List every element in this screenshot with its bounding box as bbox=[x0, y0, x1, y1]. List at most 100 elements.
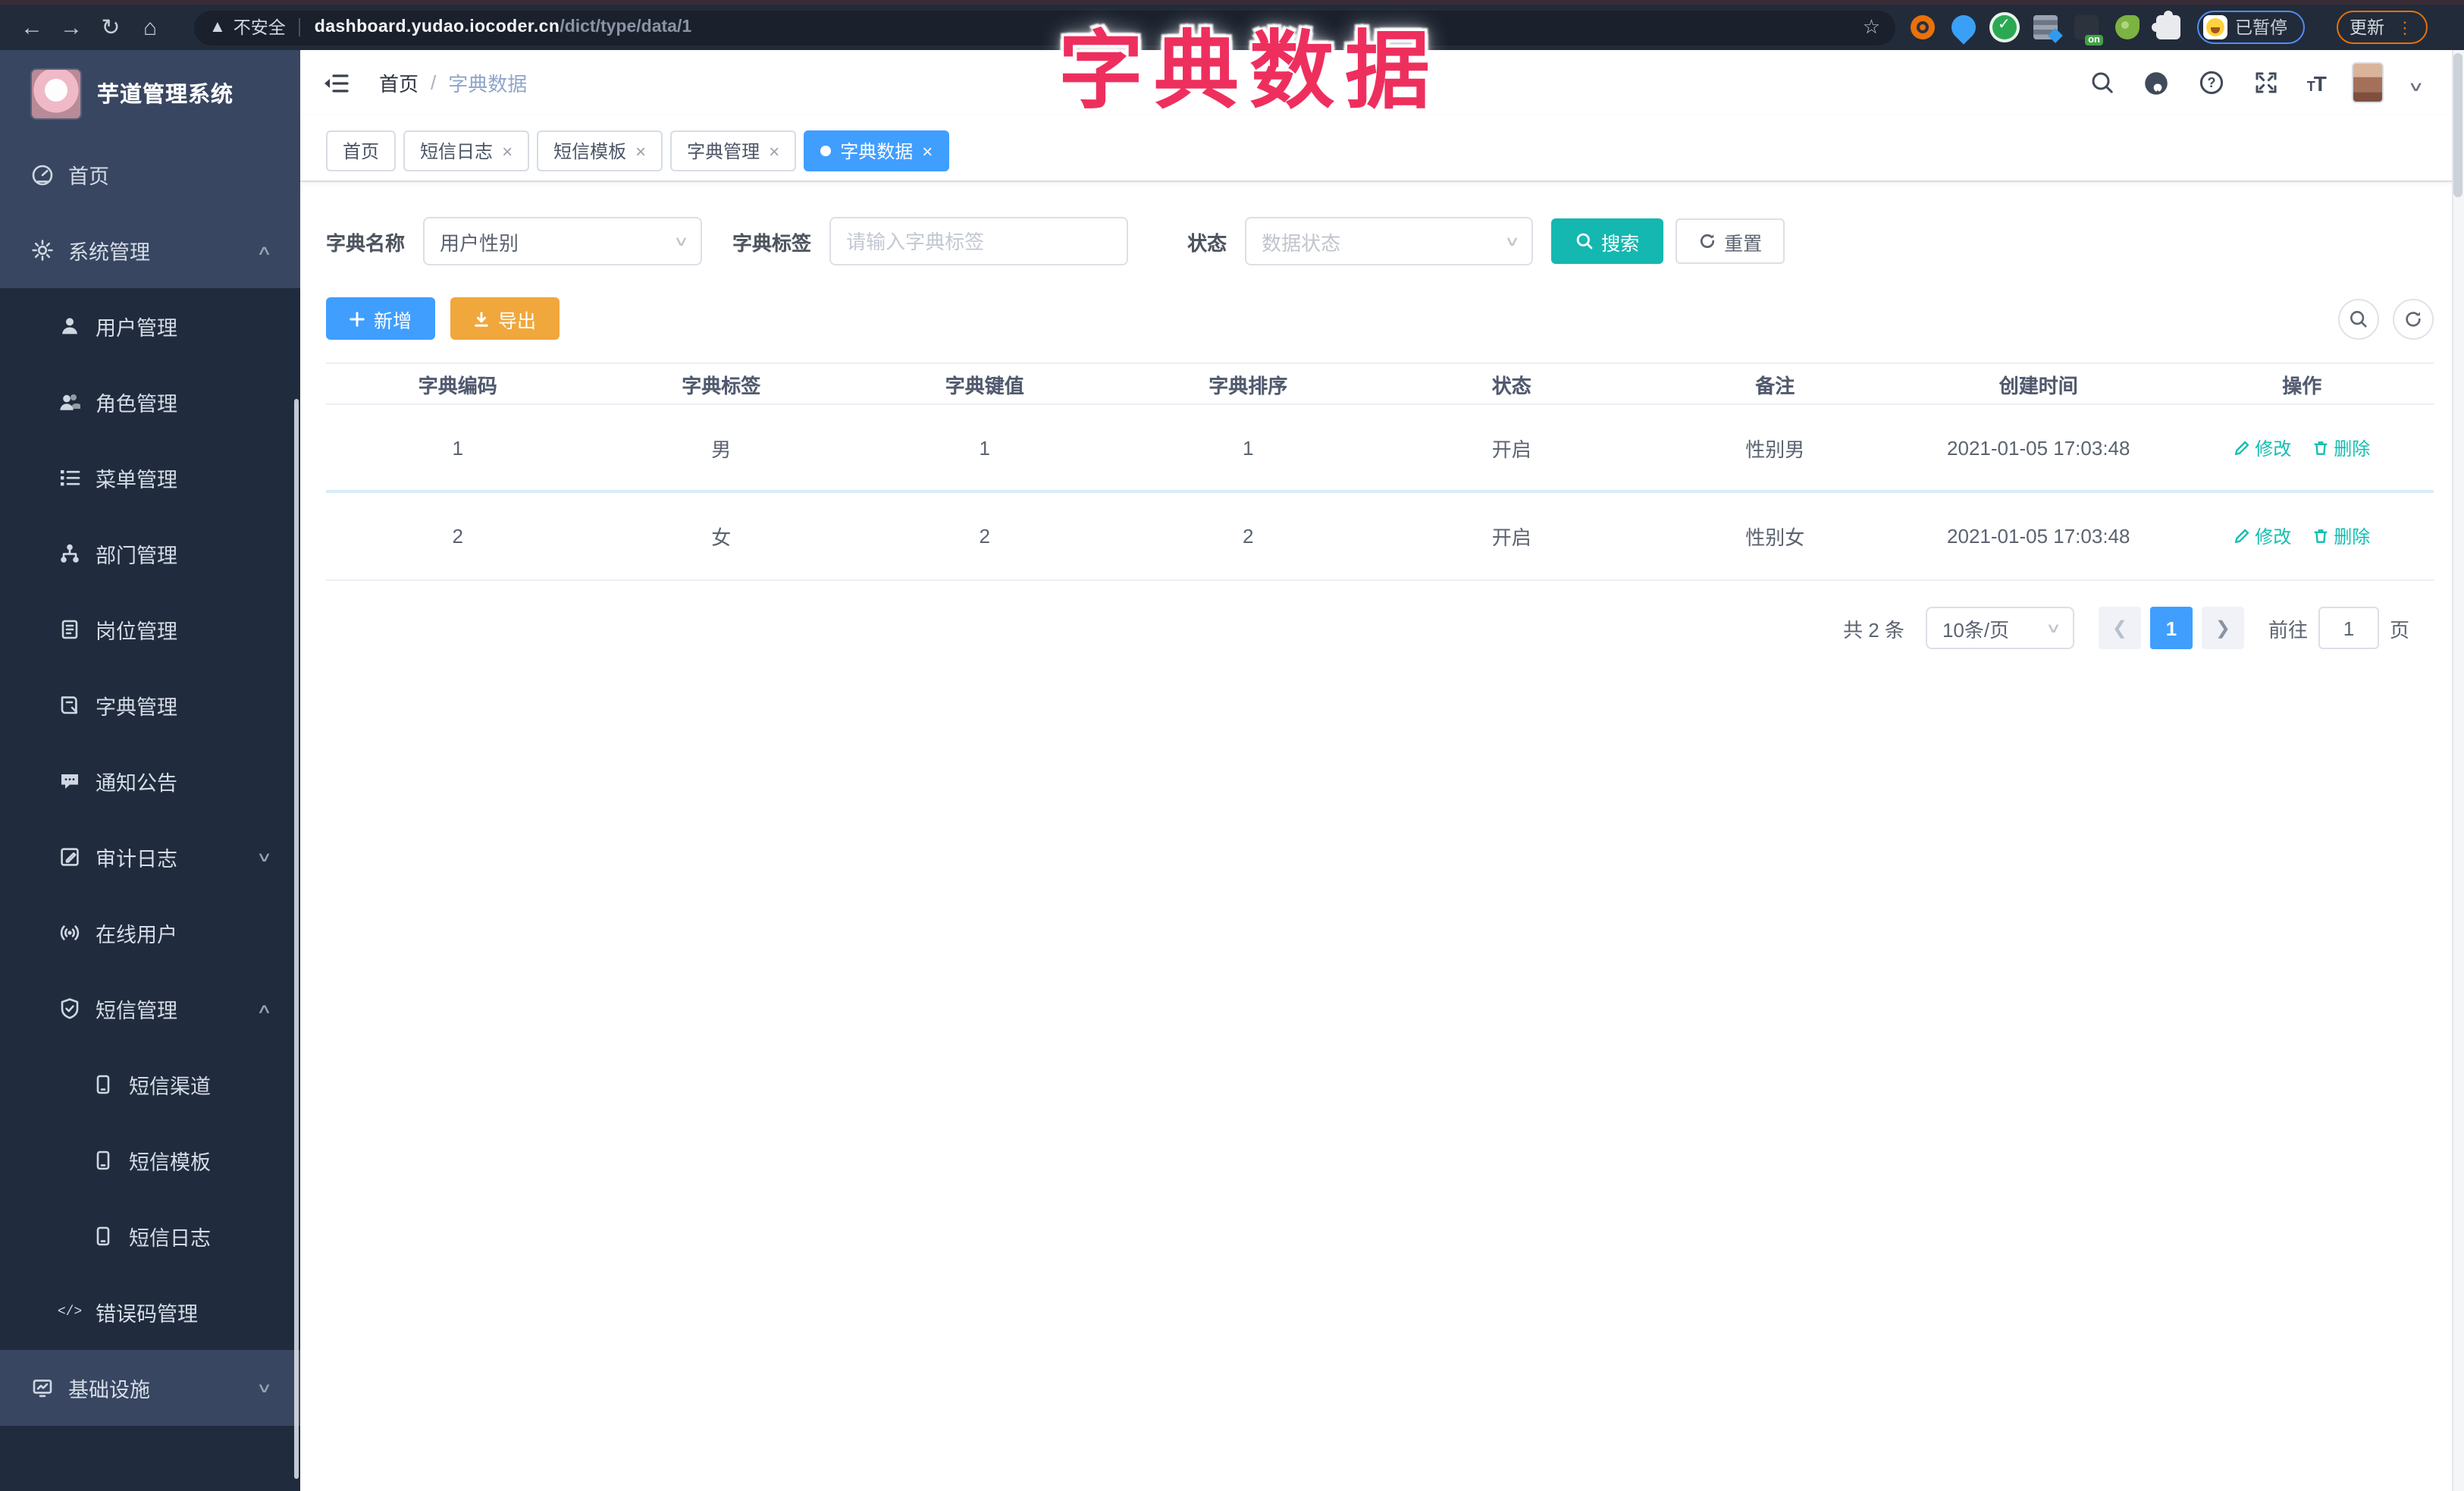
update-label: 更新 bbox=[2350, 20, 2384, 38]
edit-link[interactable]: 修改 bbox=[2234, 523, 2291, 549]
close-icon[interactable]: × bbox=[769, 140, 779, 162]
extension-bars-icon[interactable] bbox=[2033, 15, 2058, 39]
extension-drop-icon[interactable] bbox=[1946, 10, 1981, 45]
add-button[interactable]: 新增 bbox=[326, 297, 435, 340]
extension-check-icon[interactable] bbox=[1992, 15, 2017, 39]
kebab-menu-icon[interactable]: ⋮ bbox=[2397, 17, 2413, 37]
sidebar-item-dict[interactable]: 字典管理 bbox=[0, 667, 300, 743]
gear-icon bbox=[30, 238, 55, 262]
sidebar-item-audit-log[interactable]: 审计日志 ∨ bbox=[0, 819, 300, 895]
window-scrollbar[interactable] bbox=[2452, 50, 2464, 1491]
dict-label-input[interactable] bbox=[829, 217, 1129, 265]
sidebar-item-system[interactable]: 系统管理 ∧ bbox=[0, 212, 300, 288]
toggle-search-button[interactable] bbox=[2338, 298, 2379, 339]
phone-icon bbox=[91, 1224, 115, 1248]
status-select[interactable]: 数据状态 ∨ bbox=[1245, 217, 1534, 265]
security-label[interactable]: 不安全 bbox=[234, 15, 286, 39]
search-button[interactable]: 搜索 bbox=[1551, 218, 1664, 264]
goto-page-input[interactable] bbox=[2318, 607, 2379, 649]
chevron-down-icon: ∨ bbox=[673, 233, 690, 248]
sidebar-item-infrastructure[interactable]: 基础设施 ∨ bbox=[0, 1350, 300, 1426]
delete-link[interactable]: 删除 bbox=[2312, 435, 2370, 460]
font-size-icon[interactable]: TT bbox=[2307, 71, 2327, 95]
refresh-button[interactable] bbox=[2393, 298, 2434, 339]
sidebar-item-sms-template[interactable]: 短信模板 bbox=[0, 1122, 300, 1198]
badge-icon bbox=[58, 617, 82, 642]
table-row[interactable]: 1 男 1 1 开启 性别男 2021-01-05 17:03:48 修改 删除 bbox=[326, 405, 2434, 493]
table-toolbar: 新增 导出 bbox=[326, 297, 2434, 340]
page-size-select[interactable]: 10条/页 ∨ bbox=[1925, 607, 2074, 649]
sidebar-item-notices[interactable]: 通知公告 bbox=[0, 743, 300, 819]
cell-remark: 性别男 bbox=[1745, 438, 1805, 460]
paused-extension-pill[interactable]: 已暂停 bbox=[2197, 11, 2304, 44]
github-icon[interactable] bbox=[2143, 69, 2171, 96]
chevron-up-icon: ∧ bbox=[256, 242, 273, 257]
delete-link[interactable]: 删除 bbox=[2312, 523, 2370, 549]
browser-forward-icon[interactable]: → bbox=[52, 14, 91, 40]
reset-button[interactable]: 重置 bbox=[1676, 218, 1785, 264]
fullscreen-icon[interactable] bbox=[2252, 69, 2280, 96]
extensions-puzzle-icon[interactable] bbox=[2152, 11, 2180, 39]
breadcrumb-home[interactable]: 首页 bbox=[379, 68, 419, 97]
sidebar-item-label: 短信管理 bbox=[96, 1000, 177, 1022]
sidebar-scrollbar[interactable] bbox=[294, 399, 299, 1479]
help-icon[interactable]: ? bbox=[2198, 69, 2225, 96]
close-icon[interactable]: × bbox=[922, 140, 933, 162]
cell-created: 2021-01-05 17:03:48 bbox=[1947, 525, 2130, 548]
tab-dict-manage[interactable]: 字典管理 × bbox=[670, 130, 797, 171]
prev-page-button[interactable]: ❮ bbox=[2098, 607, 2141, 649]
browser-back-icon[interactable]: ← bbox=[12, 14, 52, 40]
bookmark-star-icon[interactable]: ☆ bbox=[1863, 15, 1880, 39]
export-button[interactable]: 导出 bbox=[450, 297, 560, 340]
browser-reload-icon[interactable]: ↻ bbox=[91, 14, 130, 41]
close-icon[interactable]: × bbox=[502, 140, 513, 162]
sidebar-item-sms-channel[interactable]: 短信渠道 bbox=[0, 1047, 300, 1122]
address-bar[interactable]: ▲ 不安全 dashboard.yudao.iocoder.cn /dict/t… bbox=[194, 10, 1895, 45]
tab-home[interactable]: 首页 bbox=[326, 130, 397, 171]
sidebar-item-sms[interactable]: 短信管理 ∧ bbox=[0, 971, 300, 1047]
sidebar-item-users[interactable]: 用户管理 bbox=[0, 288, 300, 364]
refresh-icon bbox=[1700, 234, 1715, 248]
chevron-down-icon: ∨ bbox=[1504, 233, 1522, 248]
sidebar-item-roles[interactable]: 角色管理 bbox=[0, 364, 300, 440]
sidebar-item-online-users[interactable]: 在线用户 bbox=[0, 895, 300, 971]
sidebar-item-departments[interactable]: 部门管理 bbox=[0, 516, 300, 592]
sidebar-item-label: 基础设施 bbox=[68, 1379, 150, 1402]
dict-name-select[interactable]: 用户性别 ∨ bbox=[423, 217, 703, 265]
breadcrumb: 首页 / 字典数据 bbox=[379, 68, 527, 97]
cell-value: 1 bbox=[979, 436, 990, 459]
app-logo bbox=[30, 67, 82, 119]
scrollbar-thumb[interactable] bbox=[2453, 53, 2462, 197]
next-page-button[interactable]: ❯ bbox=[2201, 607, 2244, 649]
browser-update-button[interactable]: 更新 ⋮ bbox=[2336, 11, 2427, 44]
tab-sms-log[interactable]: 短信日志 × bbox=[403, 130, 530, 171]
extension-sprout-icon[interactable] bbox=[2115, 15, 2140, 39]
sidebar-item-label: 首页 bbox=[68, 165, 109, 188]
tab-dict-data[interactable]: 字典数据 × bbox=[804, 130, 950, 171]
tab-sms-template[interactable]: 短信模板 × bbox=[537, 130, 663, 171]
breadcrumb-current: 字典数据 bbox=[448, 73, 528, 96]
chevron-down-icon[interactable]: ∨ bbox=[2408, 79, 2425, 96]
sidebar-item-error-codes[interactable]: </> 错误码管理 bbox=[0, 1274, 300, 1350]
screen: ← → ↻ ⌂ ▲ 不安全 dashboard.yudao.iocoder.cn… bbox=[0, 0, 2464, 1491]
sidebar-fold-icon[interactable] bbox=[321, 67, 352, 98]
edit-link[interactable]: 修改 bbox=[2234, 435, 2291, 460]
monitor-icon bbox=[30, 1376, 55, 1400]
on-badge: on bbox=[2085, 35, 2103, 46]
sidebar-item-home[interactable]: 首页 bbox=[0, 137, 300, 212]
close-icon[interactable]: × bbox=[635, 140, 646, 162]
tab-label: 首页 bbox=[343, 141, 380, 162]
sidebar-item-sms-log[interactable]: 短信日志 bbox=[0, 1198, 300, 1274]
table-row[interactable]: 2 女 2 2 开启 性别女 2021-01-05 17:03:48 修改 删除 bbox=[326, 493, 2434, 581]
goto-label: 前往 bbox=[2268, 618, 2308, 641]
browser-home-icon[interactable]: ⌂ bbox=[130, 14, 170, 40]
extension-on-icon[interactable]: on bbox=[2074, 15, 2103, 46]
avatar[interactable] bbox=[2352, 62, 2384, 103]
sidebar-item-menus[interactable]: 菜单管理 bbox=[0, 440, 300, 516]
app-logo-row[interactable]: 芋道管理系统 bbox=[0, 50, 300, 137]
search-icon[interactable] bbox=[2089, 69, 2116, 96]
extension-orange-icon[interactable] bbox=[1911, 15, 1935, 39]
sidebar-item-label: 系统管理 bbox=[68, 241, 150, 264]
sidebar-item-posts[interactable]: 岗位管理 bbox=[0, 592, 300, 667]
current-page[interactable]: 1 bbox=[2149, 607, 2193, 649]
